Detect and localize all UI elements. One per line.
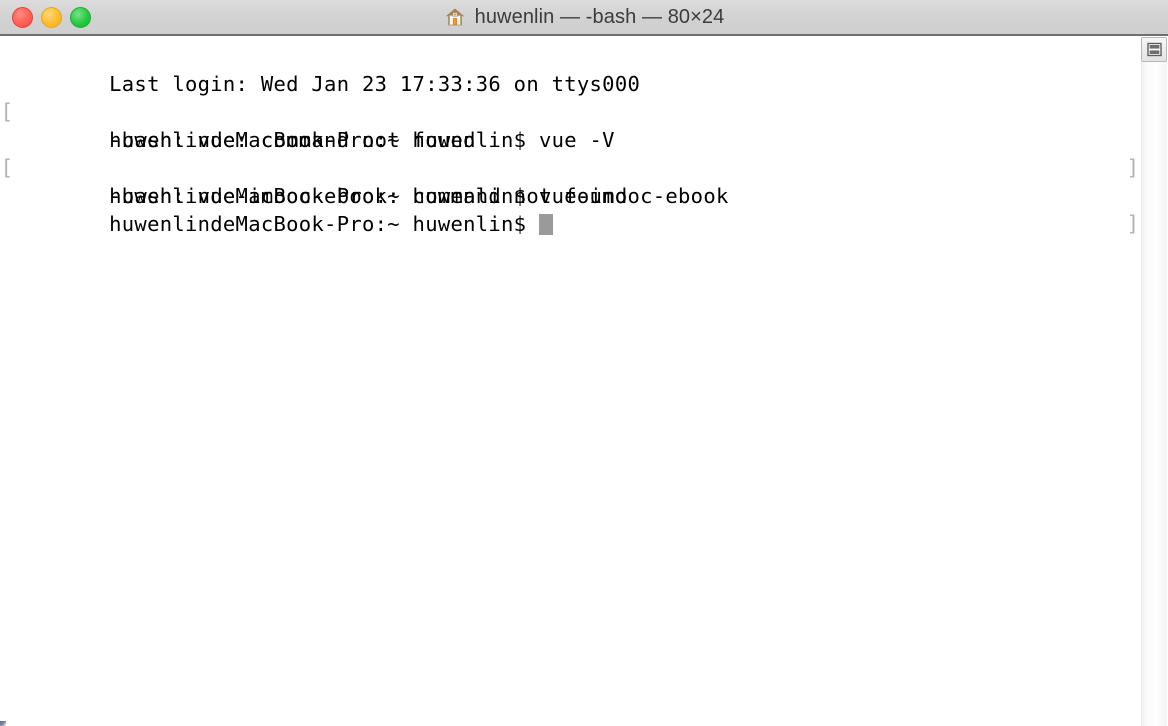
terminal-line: Last login: Wed Jan 23 17:33:36 on ttys0… [8, 42, 1140, 96]
terminal-body[interactable]: Last login: Wed Jan 23 17:33:36 on ttys0… [0, 36, 1168, 726]
terminal-prompt-line[interactable]: huwenlindeMacBook-Pro:~ huwenlin$ [8, 182, 1140, 236]
window-controls [12, 0, 91, 34]
terminal-window: huwenlin — -bash — 80×24 Last login: Wed… [0, 0, 1168, 726]
wrap-marker-close-icon: ] [1126, 212, 1140, 236]
window-title: huwenlin — -bash — 80×24 [474, 5, 725, 28]
screen-corner-artifact [0, 721, 6, 726]
terminal-prompt-text: huwenlindeMacBook-Pro:~ huwenlin$ [109, 212, 539, 236]
scrollbar-track[interactable] [1141, 62, 1167, 726]
terminal-line: [ huwenlindeMacBook-Pro:~ huwenlin$ vue-… [1, 126, 1140, 236]
zoom-button-icon[interactable] [70, 6, 91, 28]
terminal-line: [ huwenlindeMacBook-Pro:~ huwenlin$ vue … [1, 70, 1140, 180]
split-pane-button[interactable] [1141, 37, 1167, 62]
text-cursor [538, 214, 553, 235]
minimize-button-icon[interactable] [41, 6, 62, 28]
window-title-group: huwenlin — -bash — 80×24 [0, 0, 1168, 34]
terminal-line: -bash: vue: command not found [8, 98, 1140, 152]
terminal-screen[interactable]: Last login: Wed Jan 23 17:33:36 on ttys0… [0, 36, 1140, 726]
terminal-line: -bash: vue-imooc-ebook: command not foun… [8, 154, 1140, 208]
close-button-icon[interactable] [12, 6, 33, 28]
split-pane-icon [1146, 42, 1162, 57]
home-folder-icon [445, 8, 464, 26]
scrollbar-column[interactable] [1140, 36, 1168, 726]
window-titlebar[interactable]: huwenlin — -bash — 80×24 [0, 0, 1168, 36]
